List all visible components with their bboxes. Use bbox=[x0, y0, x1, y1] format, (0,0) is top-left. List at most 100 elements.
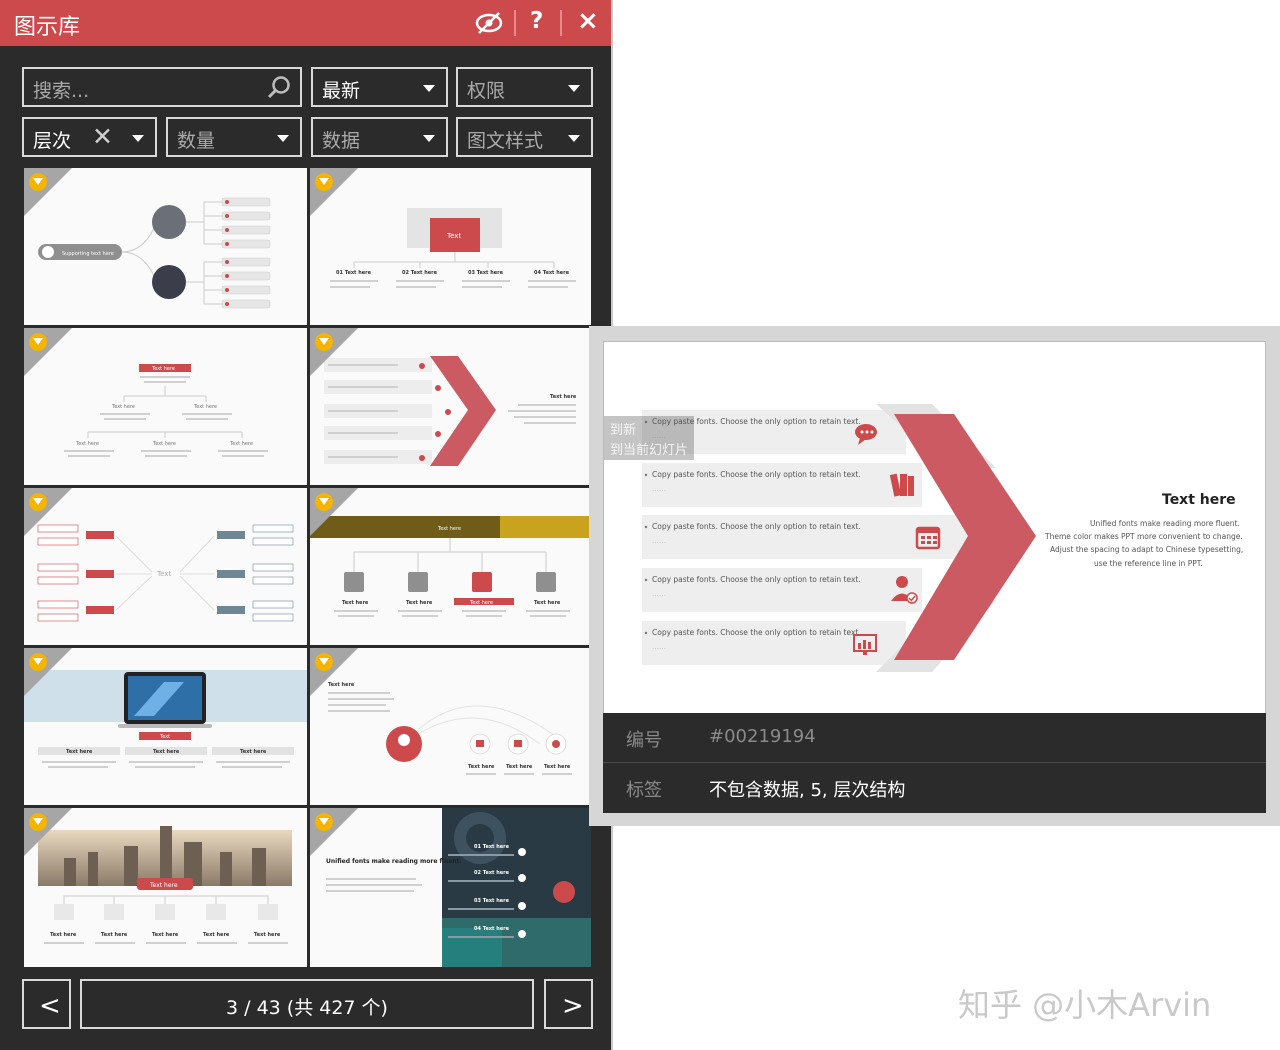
style-dropdown[interactable]: 图文样式 bbox=[456, 117, 593, 157]
page-info-text: 3 / 43 (共 427 个) bbox=[226, 997, 388, 1019]
help-icon[interactable]: ? bbox=[530, 8, 543, 34]
t2-center: Text bbox=[446, 232, 461, 240]
t9-item: Text here bbox=[254, 932, 281, 938]
diagram-thumbnail[interactable]: Unified fonts make reading more fluent. … bbox=[310, 808, 591, 967]
quantity-dropdown[interactable]: 数量 bbox=[166, 117, 302, 157]
premium-gem-icon bbox=[29, 173, 47, 191]
preview-row-sub: …… bbox=[652, 537, 666, 545]
level-dropdown[interactable]: 层次 ✕ bbox=[22, 117, 157, 157]
diagram-thumbnail[interactable]: Text here Text here Text here Text here Tex… bbox=[24, 808, 307, 967]
chevron-down-icon bbox=[423, 135, 435, 142]
t10-item: 01 Text here bbox=[474, 844, 510, 850]
t9-item: Text here bbox=[50, 932, 77, 938]
clear-filter-icon[interactable]: ✕ bbox=[92, 122, 113, 151]
preview-image[interactable]: Copy paste fonts. Choose the only option… bbox=[603, 341, 1266, 727]
id-label: 编号 bbox=[626, 730, 662, 751]
premium-gem-icon bbox=[29, 333, 47, 351]
preview-body-line: use the reference line in PPT. bbox=[1094, 559, 1203, 568]
t9-item: Text here bbox=[203, 932, 230, 938]
preview-row-sub: …… bbox=[652, 590, 666, 598]
data-dropdown[interactable]: 数据 bbox=[311, 117, 448, 157]
preview-tooltip: 到新 bbox=[610, 422, 636, 438]
preview-heading: Text here bbox=[1162, 492, 1236, 508]
t7-col: Text here bbox=[153, 749, 180, 755]
preview-meta: 编号 #00219194 标签 不包含数据, 5, 层次结构 bbox=[603, 713, 1266, 813]
chevron-down-icon bbox=[568, 135, 580, 142]
panel-titlebar: 图示库 ? × bbox=[0, 0, 611, 46]
diagram-thumbnail[interactable]: Text 01 Text here 02 Text here 03 Text her… bbox=[310, 168, 591, 325]
t8-item: Text here bbox=[506, 764, 533, 770]
t6-item: Text here bbox=[342, 600, 369, 606]
chevron-down-icon bbox=[423, 85, 435, 92]
t4-title: Text here bbox=[550, 394, 577, 400]
t3-top: Text here bbox=[151, 366, 175, 372]
id-value: #00219194 bbox=[709, 726, 816, 747]
premium-gem-icon bbox=[315, 813, 333, 831]
t7-badge: Text bbox=[159, 734, 170, 740]
preview-row-text: Copy paste fonts. Choose the only option… bbox=[652, 575, 861, 584]
chevron-down-icon bbox=[132, 135, 144, 142]
diagram-thumbnail[interactable]: Text bbox=[24, 488, 307, 645]
preview-body-line: Theme color makes PPT more convenient to… bbox=[1044, 532, 1243, 541]
search-placeholder: 搜索... bbox=[33, 80, 90, 102]
quantity-label: 数量 bbox=[177, 130, 216, 152]
diagram-thumbnail[interactable]: Text here Text here Text here Text here Te… bbox=[24, 328, 307, 485]
preview-row-sub: …… bbox=[652, 485, 666, 493]
t2-col: 01 Text here bbox=[336, 270, 372, 276]
t10-item: 04 Text here bbox=[474, 926, 510, 932]
prev-page-button[interactable]: < bbox=[22, 979, 71, 1029]
t2-col: 03 Text here bbox=[468, 270, 504, 276]
next-page-button[interactable]: > bbox=[544, 979, 593, 1029]
t9-item: Text here bbox=[101, 932, 128, 938]
t7-col: Text here bbox=[66, 749, 93, 755]
preview-tooltip: 到当前幻灯片 bbox=[610, 442, 688, 458]
sort-value: 最新 bbox=[322, 80, 361, 102]
t2-col: 04 Text here bbox=[534, 270, 570, 276]
t10-item: 02 Text here bbox=[474, 870, 510, 876]
diagram-thumbnail[interactable]: Text here Text here Text here Text here Te… bbox=[310, 488, 591, 645]
t9-badge: Text here bbox=[149, 882, 178, 889]
hide-icon[interactable] bbox=[474, 11, 504, 41]
premium-gem-icon bbox=[315, 333, 333, 351]
chevron-down-icon bbox=[277, 135, 289, 142]
diagram-thumbnail[interactable]: Text here Text here Text here Text here bbox=[310, 648, 591, 805]
data-label: 数据 bbox=[322, 130, 361, 152]
diagram-thumbnail[interactable]: Text Text here Text here Text here bbox=[24, 648, 307, 805]
diagram-thumbnail[interactable]: Text here bbox=[310, 328, 591, 485]
tags-value: 不包含数据, 5, 层次结构 bbox=[709, 780, 906, 801]
t3-bot: Text here bbox=[75, 441, 99, 447]
preview-graphic: Copy paste fonts. Choose the only option… bbox=[604, 404, 1243, 672]
t10-item: 03 Text here bbox=[474, 898, 510, 904]
premium-gem-icon bbox=[29, 653, 47, 671]
t3-mid: Text here bbox=[193, 404, 217, 410]
chevron-down-icon bbox=[568, 85, 580, 92]
meta-row-id: 编号 #00219194 bbox=[603, 713, 1266, 763]
permission-dropdown[interactable]: 权限 bbox=[456, 67, 593, 107]
meta-row-tags: 标签 不包含数据, 5, 层次结构 bbox=[603, 763, 1266, 813]
premium-gem-icon bbox=[29, 493, 47, 511]
tags-label: 标签 bbox=[626, 780, 662, 801]
close-icon[interactable]: × bbox=[577, 6, 599, 36]
premium-gem-icon bbox=[315, 653, 333, 671]
level-value: 层次 bbox=[33, 130, 72, 152]
diagram-thumbnail[interactable]: Supporting text here bbox=[24, 168, 307, 325]
preview-body-line: Unified fonts make reading more fluent. bbox=[1090, 519, 1240, 528]
t3-mid: Text here bbox=[111, 404, 135, 410]
permission-label: 权限 bbox=[467, 80, 506, 102]
search-icon[interactable] bbox=[266, 75, 292, 106]
t6-item: Text here bbox=[469, 600, 493, 606]
search-input[interactable]: 搜索... bbox=[22, 67, 302, 107]
titlebar-separator bbox=[560, 10, 562, 36]
preview-row-sub: …… bbox=[652, 643, 666, 651]
t7-col: Text here bbox=[240, 749, 267, 755]
t8-item: Text here bbox=[544, 764, 571, 770]
t9-item: Text here bbox=[152, 932, 179, 938]
diagram-library-panel: 图示库 ? × 搜索... 最新 权限 层次 ✕ 数量 数据 图文样式 Supp… bbox=[0, 0, 613, 1050]
sort-dropdown[interactable]: 最新 bbox=[311, 67, 448, 107]
premium-gem-icon bbox=[315, 493, 333, 511]
preview-row-text: Copy paste fonts. Choose the only option… bbox=[652, 628, 861, 637]
preview-body-line: Adjust the spacing to adapt to Chinese t… bbox=[1050, 545, 1243, 554]
page-indicator: 3 / 43 (共 427 个) bbox=[80, 979, 534, 1029]
t2-col: 02 Text here bbox=[402, 270, 438, 276]
premium-gem-icon bbox=[29, 813, 47, 831]
